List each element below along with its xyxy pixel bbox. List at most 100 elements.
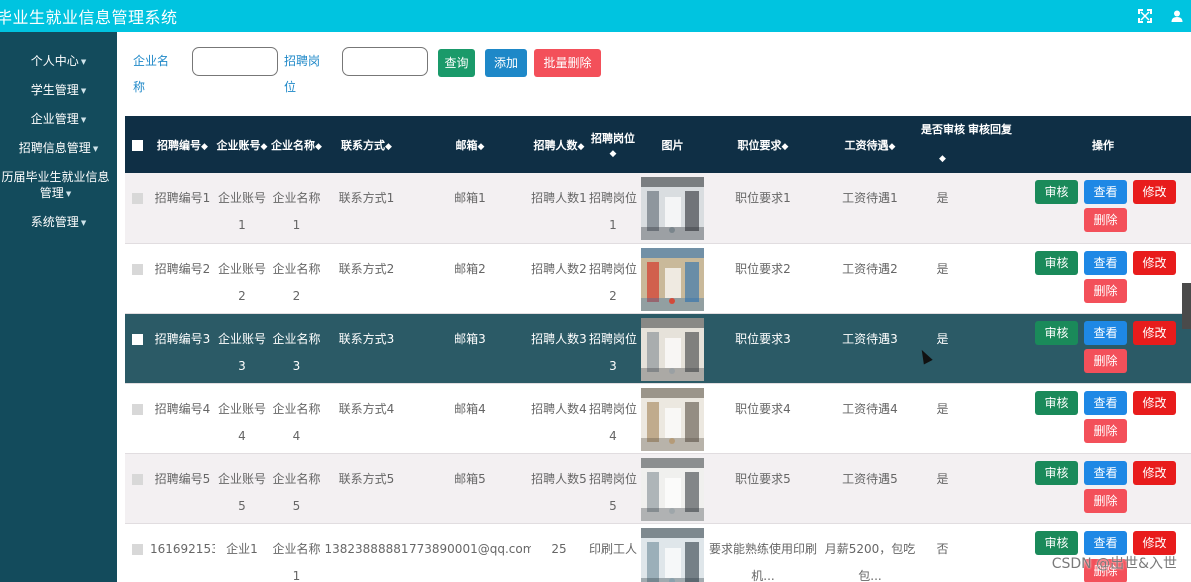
- delete-button[interactable]: 删除: [1084, 278, 1127, 303]
- position-label: 招聘岗位: [284, 54, 321, 94]
- table-row[interactable]: 招聘编号3 企业账号3 企业名称3 联系方式3 邮箱3 招聘人数3 招聘岗位3 职位要求3 工资…: [125, 313, 1191, 384]
- cell-actions: 审核 查看 修改 删除: [1015, 243, 1191, 314]
- cell-position: 印刷工人: [587, 523, 639, 582]
- position-input[interactable]: [342, 47, 428, 76]
- table-row[interactable]: 招聘编号4 企业账号4 企业名称4 联系方式4 邮箱4 招聘人数4 招聘岗位4 职位要求4 工资…: [125, 383, 1191, 454]
- cell-company-account: 企业账号1: [215, 173, 269, 244]
- row-checkbox[interactable]: [125, 383, 150, 454]
- view-button[interactable]: 查看: [1084, 320, 1127, 345]
- view-button[interactable]: 查看: [1084, 530, 1127, 555]
- batch-delete-button[interactable]: 批量删除: [534, 49, 601, 77]
- view-button[interactable]: 查看: [1084, 390, 1127, 415]
- cell-company-name: 企业名称3: [269, 313, 324, 384]
- edit-button[interactable]: 修改: [1133, 460, 1176, 485]
- table-row[interactable]: 1616921534企业1企业名称113823888881773890001@q…: [125, 523, 1191, 582]
- header-contact[interactable]: 联系方式◆: [324, 116, 409, 173]
- row-checkbox[interactable]: [125, 173, 150, 244]
- sidebar-item-graduate-employment[interactable]: 历届毕业生就业信息管理 ▼: [0, 169, 117, 202]
- cell-audit-reply: [965, 173, 1015, 244]
- edit-button[interactable]: 修改: [1133, 530, 1176, 555]
- scrollbar-thumb[interactable]: [1182, 283, 1191, 329]
- audit-button[interactable]: 审核: [1035, 320, 1078, 345]
- edit-button[interactable]: 修改: [1133, 390, 1176, 415]
- cell-audited: 是: [920, 243, 965, 314]
- sidebar-item-company-management[interactable]: 企业管理 ▼: [0, 111, 117, 128]
- cell-company-name: 企业名称5: [269, 453, 324, 524]
- cell-recruit-id: 招聘编号3: [150, 313, 215, 384]
- cell-company-account: 企业账号3: [215, 313, 269, 384]
- delete-button[interactable]: 删除: [1084, 488, 1127, 513]
- view-button[interactable]: 查看: [1084, 460, 1127, 485]
- cell-company-account: 企业账号2: [215, 243, 269, 314]
- delete-button[interactable]: 删除: [1084, 208, 1127, 232]
- office-photo: [641, 177, 704, 240]
- header-audited[interactable]: 是否审核 ◆: [920, 116, 965, 173]
- header-company-name[interactable]: 企业名称◆: [269, 116, 324, 173]
- cell-actions: 审核 查看 修改 删除: [1015, 313, 1191, 384]
- sidebar-item-label: 系统管理: [30, 215, 79, 229]
- table-row[interactable]: 招聘编号1 企业账号1 企业名称1 联系方式1 邮箱1 招聘人数1 招聘岗位1 职位要求1 工资…: [125, 173, 1191, 244]
- header-company-account[interactable]: 企业账号◆: [215, 116, 269, 173]
- header-recruit-count[interactable]: 招聘人数◆: [531, 116, 587, 173]
- sidebar-item-system-management[interactable]: 系统管理 ▼: [0, 214, 117, 231]
- header-email[interactable]: 邮箱◆: [409, 116, 531, 173]
- cell-recruit-count: 招聘人数3: [531, 313, 587, 384]
- cell-email: 邮箱4: [409, 383, 531, 454]
- cell-recruit-count: 招聘人数2: [531, 243, 587, 314]
- delete-button[interactable]: 删除: [1084, 418, 1127, 443]
- row-checkbox[interactable]: [125, 313, 150, 384]
- delete-button[interactable]: 删除: [1084, 348, 1127, 373]
- edit-button[interactable]: 修改: [1133, 180, 1176, 204]
- cell-audit-reply: [965, 453, 1015, 524]
- view-button[interactable]: 查看: [1084, 250, 1127, 275]
- header-salary[interactable]: 工资待遇◆: [820, 116, 920, 173]
- select-all-checkbox[interactable]: [125, 116, 150, 173]
- cell-contact: 联系方式1: [324, 173, 409, 244]
- audit-button[interactable]: 审核: [1035, 250, 1078, 275]
- view-button[interactable]: 查看: [1084, 180, 1127, 204]
- office-photo: [641, 527, 704, 582]
- sidebar-item-student-management[interactable]: 学生管理 ▼: [0, 82, 117, 99]
- sidebar-item-personal-center[interactable]: 个人中心 ▼: [0, 53, 117, 70]
- cell-image: [639, 453, 706, 524]
- header-recruit-id[interactable]: 招聘编号◆: [150, 116, 215, 173]
- add-button[interactable]: 添加: [485, 49, 527, 77]
- cell-email: 邮箱1: [409, 173, 531, 244]
- audit-button[interactable]: 审核: [1035, 180, 1078, 204]
- edit-button[interactable]: 修改: [1133, 250, 1176, 275]
- cell-recruit-count: 25: [531, 523, 587, 582]
- header-requirement[interactable]: 职位要求◆: [706, 116, 820, 173]
- cell-actions: 审核 查看 修改 删除: [1015, 383, 1191, 454]
- audit-button[interactable]: 审核: [1035, 460, 1078, 485]
- watermark: CSDN @出世&入世: [1051, 556, 1177, 572]
- row-checkbox[interactable]: [125, 523, 150, 582]
- fullscreen-icon[interactable]: [1134, 5, 1156, 27]
- sidebar-item-label: 学生管理: [30, 83, 79, 97]
- header-image: 图片: [639, 116, 706, 173]
- audit-button[interactable]: 审核: [1035, 530, 1078, 555]
- cell-audit-reply: [965, 523, 1015, 582]
- company-name-input[interactable]: [192, 47, 278, 76]
- cell-image: [639, 523, 706, 582]
- row-checkbox[interactable]: [125, 243, 150, 314]
- row-checkbox[interactable]: [125, 453, 150, 524]
- query-button[interactable]: 查询: [438, 49, 475, 77]
- table-row[interactable]: 招聘编号5 企业账号5 企业名称5 联系方式5 邮箱5 招聘人数5 招聘岗位5 职位要求5 工资…: [125, 453, 1191, 524]
- table-row[interactable]: 招聘编号2 企业账号2 企业名称2 联系方式2 邮箱2 招聘人数2 招聘岗位2 职位要求2 工资…: [125, 243, 1191, 314]
- edit-button[interactable]: 修改: [1133, 320, 1176, 345]
- recruitment-table: 招聘编号◆ 企业账号◆ 企业名称◆ 联系方式◆ 邮箱◆ 招聘人数◆ 招聘岗位◆ …: [125, 116, 1191, 582]
- caret-down-icon: ▼: [92, 144, 99, 153]
- sidebar-item-label: 招聘信息管理: [18, 141, 91, 155]
- user-icon[interactable]: [1166, 5, 1188, 27]
- cell-image: [639, 173, 706, 244]
- sidebar-item-recruitment-management[interactable]: 招聘信息管理 ▼: [0, 140, 117, 157]
- audit-button[interactable]: 审核: [1035, 390, 1078, 415]
- sidebar-item-label: 个人中心: [30, 54, 79, 68]
- app-title: 毕业生就业信息管理系统: [0, 8, 178, 27]
- header-position[interactable]: 招聘岗位◆: [587, 116, 639, 173]
- cell-actions: 审核 查看 修改 删除: [1015, 453, 1191, 524]
- cell-image: [639, 243, 706, 314]
- cell-requirement: 职位要求1: [706, 173, 820, 244]
- header-audit-reply: 审核回复: [965, 116, 1015, 173]
- cell-audit-reply: [965, 313, 1015, 384]
